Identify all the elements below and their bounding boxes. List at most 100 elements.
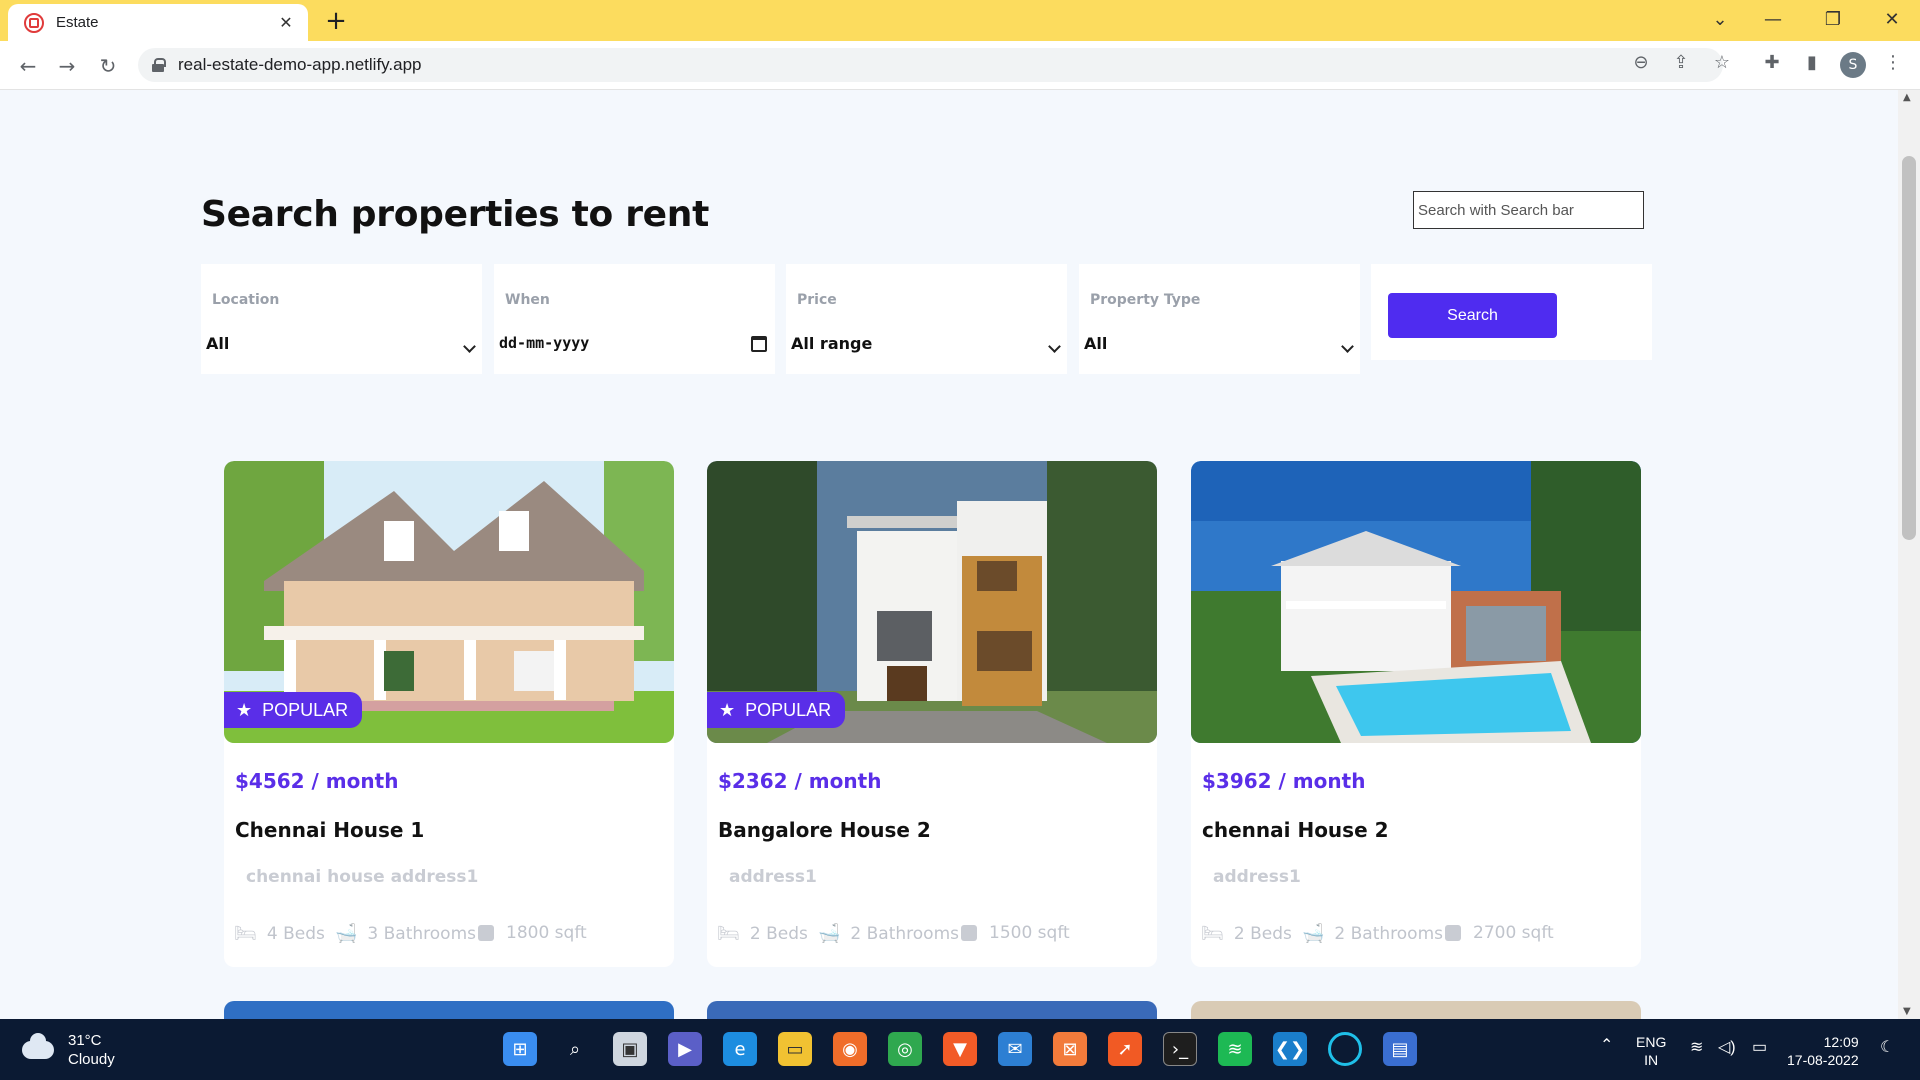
beds-info: 🛏 2 Beds	[717, 923, 808, 944]
browser-tab[interactable]: Estate ✕	[8, 4, 308, 41]
bath-icon: 🛁	[1302, 923, 1325, 944]
page-scrollbar[interactable]: ▲ ▼	[1898, 90, 1920, 1019]
profile-avatar[interactable]: S	[1840, 52, 1866, 78]
area-label: 2700 sqft	[1473, 923, 1554, 943]
location-select[interactable]: All	[206, 334, 229, 353]
card-title[interactable]: Chennai House 1	[235, 818, 424, 842]
scrollbar-thumb[interactable]	[1902, 156, 1916, 540]
close-window-icon[interactable]: ✕	[1872, 6, 1912, 34]
property-card-partial[interactable]	[1191, 1001, 1641, 1019]
spotify-icon[interactable]: ≋	[1218, 1032, 1252, 1066]
new-tab-icon[interactable]: +	[322, 8, 350, 36]
date-input[interactable]: dd-mm-yyyy	[499, 334, 589, 352]
vscode-icon[interactable]: ❮❯	[1273, 1032, 1307, 1066]
baths-info: 🛁 2 Bathrooms	[818, 923, 959, 944]
area-info: 2700 sqft	[1445, 923, 1554, 943]
battery-icon[interactable]: ▭	[1752, 1039, 1767, 1057]
page-title: Search properties to rent	[201, 194, 709, 235]
reload-icon[interactable]: ↻	[93, 51, 123, 81]
star-icon: ★	[719, 699, 736, 721]
area-icon	[961, 925, 977, 941]
address-bar[interactable]: real-estate-demo-app.netlify.app	[138, 48, 1723, 82]
card-title[interactable]: Bangalore House 2	[718, 818, 931, 842]
cortana-icon[interactable]	[1328, 1032, 1362, 1066]
firefox-icon[interactable]: ◉	[833, 1032, 867, 1066]
popular-badge: ★ POPULAR	[224, 692, 363, 728]
scroll-up-arrow-icon[interactable]: ▲	[1903, 92, 1911, 103]
postman-icon[interactable]: ➚	[1108, 1032, 1142, 1066]
brave-icon[interactable]: ▼	[943, 1032, 977, 1066]
search-input[interactable]	[1413, 191, 1644, 229]
edge-icon[interactable]: e	[723, 1032, 757, 1066]
card-price: $3962 / month	[1202, 769, 1366, 793]
scroll-down-arrow-icon[interactable]: ▼	[1903, 1006, 1911, 1017]
search-button-container: Search	[1371, 264, 1652, 360]
app-window-icon[interactable]: ▤	[1383, 1032, 1417, 1066]
chrome-icon[interactable]: ◎	[888, 1032, 922, 1066]
chat-icon[interactable]: ▶	[668, 1032, 702, 1066]
language-indicator[interactable]: ENG IN	[1636, 1033, 1666, 1069]
property-image[interactable]	[1191, 461, 1641, 743]
bath-icon: 🛁	[818, 923, 841, 944]
chevron-down-icon[interactable]	[1048, 340, 1061, 353]
terminal-icon[interactable]: ›_	[1163, 1032, 1197, 1066]
windows-taskbar: 31°C Cloudy ⊞ ⌕ ▣ ▶ e ▭ ◉ ◎ ▼ ✉ ⊠ ➚ ›_ ≋…	[0, 1019, 1920, 1080]
chevron-down-icon[interactable]	[1341, 340, 1354, 353]
tab-close-icon[interactable]: ✕	[276, 13, 296, 32]
menu-kebab-icon[interactable]: ⋮	[1880, 50, 1906, 76]
mail-icon[interactable]: ✉	[998, 1032, 1032, 1066]
beds-label: 2 Beds	[1233, 923, 1292, 944]
card-price: $2362 / month	[718, 769, 882, 793]
area-icon	[478, 925, 494, 941]
share-icon[interactable]: ⇪	[1668, 50, 1694, 76]
when-filter[interactable]: When dd-mm-yyyy	[494, 264, 775, 374]
area-icon	[1445, 925, 1461, 941]
property-type-filter[interactable]: Property Type All	[1079, 264, 1360, 374]
windows-start-icon[interactable]: ⊞	[503, 1032, 537, 1066]
notification-icon[interactable]: ☾	[1880, 1039, 1894, 1057]
property-card-partial[interactable]	[224, 1001, 674, 1019]
weather-temp: 31°C	[68, 1032, 102, 1049]
property-type-select[interactable]: All	[1084, 334, 1107, 353]
beds-label: 4 Beds	[266, 923, 325, 944]
weather-widget[interactable]: 31°C Cloudy	[22, 1031, 115, 1069]
bath-icon: 🛁	[335, 923, 358, 944]
location-filter[interactable]: Location All	[201, 264, 482, 374]
wifi-icon[interactable]: ≋	[1690, 1039, 1703, 1057]
tray-overflow-icon[interactable]: ⌃	[1600, 1037, 1613, 1055]
card-title[interactable]: chennai House 2	[1202, 818, 1389, 842]
xampp-icon[interactable]: ⊠	[1053, 1032, 1087, 1066]
baths-label: 2 Bathrooms	[1334, 923, 1443, 944]
tab-search-chevron-icon[interactable]: ⌄	[1700, 6, 1740, 34]
task-view-icon[interactable]: ▣	[613, 1032, 647, 1066]
side-panel-icon[interactable]: ▮	[1799, 50, 1825, 76]
lock-icon[interactable]	[152, 58, 166, 72]
property-card-partial[interactable]	[707, 1001, 1157, 1019]
weather-desc: Cloudy	[68, 1051, 115, 1068]
property-card[interactable]: ★ POPULAR $4562 / month Chennai House 1 …	[224, 461, 674, 967]
baths-info: 🛁 3 Bathrooms	[335, 923, 476, 944]
forward-icon[interactable]: →	[52, 51, 82, 81]
property-card[interactable]: $3962 / month chennai House 2 address1 🛏…	[1191, 461, 1641, 967]
region-code: IN	[1644, 1052, 1659, 1068]
file-explorer-icon[interactable]: ▭	[778, 1032, 812, 1066]
zoom-icon[interactable]: ⊖	[1628, 50, 1654, 76]
price-select[interactable]: All range	[791, 334, 872, 353]
search-button[interactable]: Search	[1388, 293, 1557, 338]
area-label: 1500 sqft	[989, 923, 1070, 943]
back-icon[interactable]: ←	[13, 51, 43, 81]
clock[interactable]: 12:09 17-08-2022	[1787, 1033, 1859, 1069]
lang-code: ENG	[1636, 1034, 1667, 1050]
restore-icon[interactable]: ❐	[1813, 6, 1853, 34]
search-icon[interactable]: ⌕	[558, 1032, 592, 1066]
price-filter[interactable]: Price All range	[786, 264, 1067, 374]
bookmark-star-icon[interactable]: ☆	[1709, 50, 1735, 76]
chevron-down-icon[interactable]	[463, 340, 476, 353]
card-address: address1	[1213, 867, 1301, 887]
minimize-icon[interactable]: —	[1753, 6, 1793, 34]
extensions-icon[interactable]: ✚	[1759, 50, 1785, 76]
property-card[interactable]: ★ POPULAR $2362 / month Bangalore House …	[707, 461, 1157, 967]
beds-label: 2 Beds	[749, 923, 808, 944]
calendar-icon[interactable]	[751, 336, 767, 352]
volume-icon[interactable]: ◁)	[1718, 1039, 1736, 1057]
